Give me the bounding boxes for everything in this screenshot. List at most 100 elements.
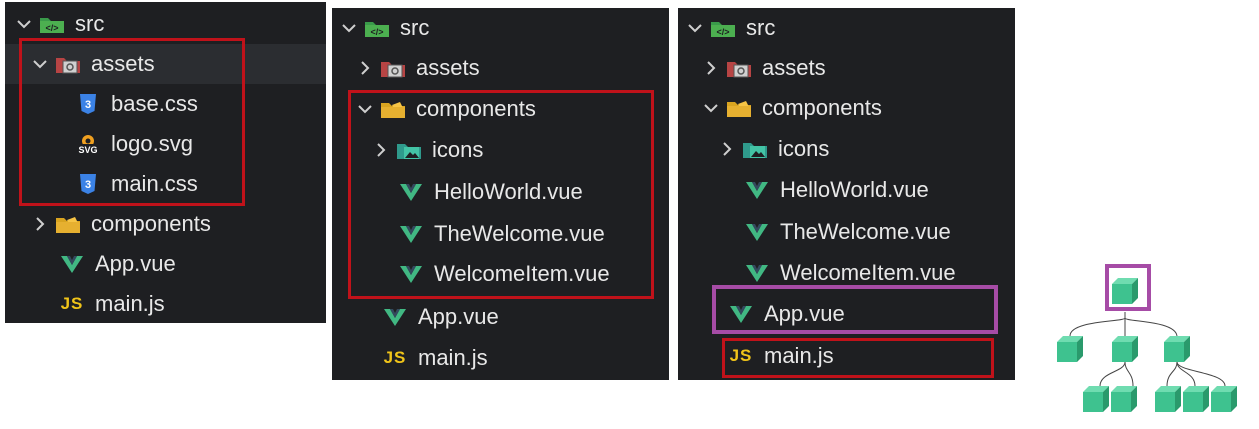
tree-item-assets[interactable]: assets: [332, 48, 669, 88]
svg-text:</>: </>: [716, 27, 729, 37]
tree-label: icons: [432, 137, 484, 162]
tree-item-app-vue[interactable]: App.vue: [332, 297, 669, 337]
components-folder-icon: [726, 97, 752, 119]
tree-label: src: [75, 11, 105, 36]
tree-label: components: [416, 96, 536, 121]
leaf-cube: [1111, 386, 1137, 412]
images-folder-icon: [396, 139, 422, 161]
tree-label: main.css: [111, 171, 198, 196]
chevron-down-icon[interactable]: [33, 57, 47, 71]
tree-item-components[interactable]: components: [678, 88, 1015, 128]
js-file-icon: JS: [383, 348, 407, 367]
tree-item-base-css[interactable]: 3 base.css: [5, 84, 326, 124]
tree-connectors: [1069, 312, 1226, 387]
images-folder-icon: [742, 138, 768, 160]
chevron-right-icon[interactable]: [704, 61, 718, 75]
js-file-icon: JS: [729, 346, 753, 365]
chevron-right-icon[interactable]: [720, 142, 734, 156]
svg-text:3: 3: [85, 99, 91, 111]
chevron-down-icon[interactable]: [688, 21, 702, 35]
tree-label: App.vue: [418, 304, 499, 329]
chevron-down-icon[interactable]: [342, 21, 356, 35]
child-cube: [1164, 336, 1190, 362]
vue-file-icon: [398, 263, 424, 285]
tree-label: logo.svg: [111, 131, 193, 156]
tree-label: HelloWorld.vue: [780, 177, 929, 202]
file-explorer-panel-1: </> src assets 3 base.css SVG logo.svg 3…: [5, 2, 326, 323]
assets-folder-icon: [380, 57, 406, 79]
chevron-down-icon[interactable]: [17, 17, 31, 31]
tree-label: main.js: [764, 343, 834, 368]
tree-label: components: [91, 211, 211, 236]
tree-label: TheWelcome.vue: [780, 219, 951, 244]
tree-item-main-js[interactable]: JS main.js: [332, 338, 669, 378]
tree-item-components[interactable]: components: [332, 89, 669, 129]
tree-item-src[interactable]: </> src: [332, 8, 669, 48]
svg-text:</>: </>: [370, 27, 383, 37]
tree-label: components: [762, 95, 882, 120]
tree-item-icons[interactable]: icons: [678, 129, 1015, 169]
tree-label: WelcomeItem.vue: [434, 261, 610, 286]
vue-file-icon: [744, 179, 770, 201]
tree-item-main-css[interactable]: 3 main.css: [5, 164, 326, 204]
tree-item-app-vue[interactable]: App.vue: [5, 244, 326, 284]
src-folder-icon: </>: [364, 17, 390, 39]
vue-file-icon: [59, 253, 85, 275]
tree-item-icons[interactable]: icons: [332, 130, 669, 170]
tree-item-helloworld-vue[interactable]: HelloWorld.vue: [332, 172, 669, 212]
leaf-cube: [1211, 386, 1237, 412]
tree-label: TheWelcome.vue: [434, 221, 605, 246]
tree-item-components[interactable]: components: [5, 204, 326, 244]
tree-label: App.vue: [764, 301, 845, 326]
leaf-cube: [1083, 386, 1109, 412]
vue-file-icon: [382, 306, 408, 328]
tree-label: assets: [91, 51, 155, 76]
tree-item-helloworld-vue[interactable]: HelloWorld.vue: [678, 170, 1015, 210]
file-explorer-panel-2: </> src assets components icons HelloWor…: [332, 8, 669, 380]
chevron-right-icon[interactable]: [374, 143, 388, 157]
tree-item-main-js[interactable]: JS main.js: [678, 336, 1015, 376]
chevron-right-icon[interactable]: [358, 61, 372, 75]
vue-file-icon: [398, 181, 424, 203]
leaf-cube: [1183, 386, 1209, 412]
chevron-right-icon[interactable]: [33, 217, 47, 231]
tree-label: App.vue: [95, 251, 176, 276]
tree-item-logo-svg[interactable]: SVG logo.svg: [5, 124, 326, 164]
tree-label: base.css: [111, 91, 198, 116]
svg-text:</>: </>: [45, 23, 58, 33]
chevron-down-icon[interactable]: [358, 102, 372, 116]
component-tree-diagram: [1057, 264, 1237, 412]
tree-item-thewelcome-vue[interactable]: TheWelcome.vue: [678, 212, 1015, 252]
tree-label: main.js: [95, 291, 165, 316]
tree-item-src[interactable]: </> src: [678, 8, 1015, 48]
tree-item-assets[interactable]: assets: [678, 48, 1015, 88]
svg-text:SVG: SVG: [78, 145, 97, 155]
tree-label: HelloWorld.vue: [434, 179, 583, 204]
vue-file-icon: [744, 262, 770, 284]
tree-label: assets: [416, 55, 480, 80]
chevron-down-icon[interactable]: [704, 101, 718, 115]
css-file-icon: 3: [75, 173, 101, 195]
leaf-cube: [1155, 386, 1181, 412]
components-folder-icon: [380, 98, 406, 120]
svg-text:3: 3: [85, 179, 91, 191]
tree-label: src: [746, 15, 776, 40]
tree-label: main.js: [418, 345, 488, 370]
tree-item-welcomeitem-vue[interactable]: WelcomeItem.vue: [678, 253, 1015, 293]
vue-file-icon: [744, 221, 770, 243]
tree-item-assets[interactable]: assets: [5, 44, 326, 84]
tree-label: WelcomeItem.vue: [780, 260, 956, 285]
assets-folder-icon: [55, 53, 81, 75]
tree-item-src[interactable]: </> src: [5, 4, 326, 44]
child-cube: [1057, 336, 1083, 362]
tree-label: src: [400, 15, 430, 40]
tree-item-app-vue[interactable]: App.vue: [678, 294, 1015, 334]
svg-file-icon: SVG: [75, 133, 101, 155]
js-file-icon: JS: [60, 294, 84, 313]
tree-item-main-js[interactable]: JS main.js: [5, 284, 326, 323]
tree-label: assets: [762, 55, 826, 80]
tree-item-thewelcome-vue[interactable]: TheWelcome.vue: [332, 214, 669, 254]
file-explorer-panel-3: </> src assets components icons HelloWor…: [678, 8, 1015, 380]
tree-item-welcomeitem-vue[interactable]: WelcomeItem.vue: [332, 254, 669, 294]
vue-file-icon: [398, 223, 424, 245]
